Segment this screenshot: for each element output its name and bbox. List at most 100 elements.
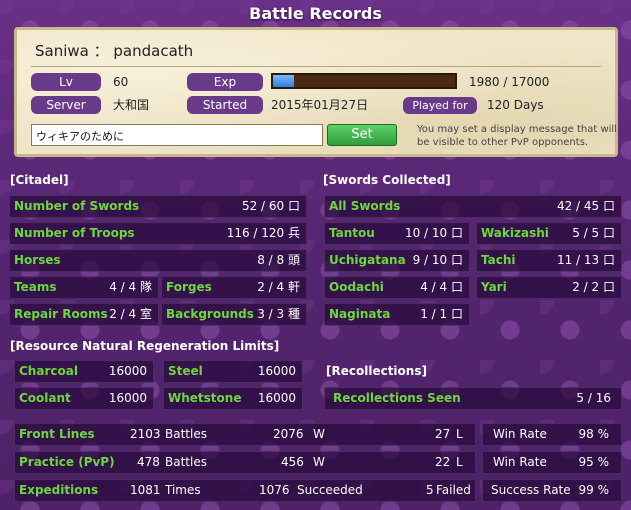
swords-tantou-cell: Tantou 10 / 10 口 bbox=[324, 222, 470, 245]
citadel-backgrounds-cell: Backgrounds 3 / 3 種 bbox=[161, 303, 307, 326]
swords-all-row: All Swords 42 / 45 口 bbox=[324, 195, 622, 218]
battle-rate-expeditions: Success Rate 99 % bbox=[482, 479, 622, 502]
lost-unit: L bbox=[456, 427, 463, 441]
exp-progress-fill bbox=[273, 75, 295, 87]
citadel-repair-cell: Repair Rooms 2 / 4 室 bbox=[9, 303, 159, 326]
won: 2076 bbox=[273, 427, 304, 441]
swords-header: [Swords Collected] bbox=[323, 173, 451, 187]
message-note: You may set a display message that will … bbox=[417, 124, 617, 148]
won-unit: Succeeded bbox=[297, 483, 363, 497]
citadel-swords-row: Number of Swords 52 / 60 口 bbox=[9, 195, 307, 218]
swords-yari-cell: Yari 2 / 2 口 bbox=[476, 276, 622, 299]
lv-value: 60 bbox=[113, 75, 129, 89]
value: 116 / 120 兵 bbox=[226, 226, 300, 240]
citadel-troops-row: Number of Troops 116 / 120 兵 bbox=[9, 222, 307, 245]
won-unit: W bbox=[313, 427, 325, 441]
label: Front Lines bbox=[19, 427, 95, 441]
citadel-header: [Citadel] bbox=[10, 173, 69, 187]
exp-value: 1980 / 17000 bbox=[469, 75, 550, 89]
rate: 95 % bbox=[578, 455, 610, 469]
value: 11 / 13 口 bbox=[556, 253, 615, 267]
value: 16000 bbox=[257, 364, 296, 378]
rate: 98 % bbox=[578, 427, 610, 441]
value: 4 / 4 口 bbox=[420, 280, 463, 294]
swords-wakizashi-cell: Wakizashi 5 / 5 口 bbox=[476, 222, 622, 245]
label: Naginata bbox=[329, 307, 391, 321]
resource-charcoal-cell: Charcoal 16000 bbox=[14, 360, 154, 383]
label: Tachi bbox=[481, 253, 516, 267]
started-value: 2015年01月27日 bbox=[271, 98, 369, 112]
label: Number of Troops bbox=[14, 226, 135, 240]
lost: 5 bbox=[426, 483, 434, 497]
battle-row-front-lines: Front Lines 2103 Battles 2076 W 27 L bbox=[14, 423, 476, 446]
swords-naginata-cell: Naginata 1 / 1 口 bbox=[324, 303, 470, 326]
profile-card: Saniwa ： pandacath Lv 60 Exp 1980 / 1700… bbox=[14, 27, 618, 157]
value: 52 / 60 口 bbox=[241, 199, 300, 213]
count: 478 bbox=[137, 455, 160, 469]
exp-progress-bar bbox=[271, 73, 457, 89]
value: 5 / 5 口 bbox=[572, 226, 615, 240]
rate-label: Win Rate bbox=[493, 455, 547, 469]
label: Repair Rooms bbox=[14, 307, 108, 321]
resource-coolant-cell: Coolant 16000 bbox=[14, 387, 154, 410]
swords-oodachi-cell: Oodachi 4 / 4 口 bbox=[324, 276, 470, 299]
label: Coolant bbox=[19, 391, 71, 405]
rate-label: Win Rate bbox=[493, 427, 547, 441]
divider bbox=[31, 66, 601, 67]
swords-tachi-cell: Tachi 11 / 13 口 bbox=[476, 249, 622, 272]
value: 2 / 4 室 bbox=[109, 307, 152, 321]
battle-rate-practice: Win Rate 95 % bbox=[482, 451, 622, 474]
value: 16000 bbox=[257, 391, 296, 405]
citadel-horses-row: Horses 8 / 8 頭 bbox=[9, 249, 307, 272]
label: Uchigatana bbox=[329, 253, 406, 267]
rate: 99 % bbox=[578, 483, 610, 497]
label: Backgrounds bbox=[166, 307, 254, 321]
set-button[interactable]: Set bbox=[327, 124, 397, 146]
lv-label: Lv bbox=[31, 73, 101, 91]
label: Forges bbox=[166, 280, 212, 294]
played-value: 120 Days bbox=[487, 98, 544, 112]
rate-label: Success Rate bbox=[491, 483, 571, 497]
count: 1081 bbox=[130, 483, 161, 497]
value: 16000 bbox=[108, 364, 147, 378]
label: Steel bbox=[168, 364, 203, 378]
battle-rate-front-lines: Win Rate 98 % bbox=[482, 423, 622, 446]
resource-steel-cell: Steel 16000 bbox=[163, 360, 303, 383]
value: 16000 bbox=[108, 391, 147, 405]
saniwa-name: Saniwa ： pandacath bbox=[35, 42, 194, 60]
label: Practice (PvP) bbox=[19, 455, 115, 469]
played-label: Played for bbox=[403, 97, 477, 114]
battle-row-expeditions: Expeditions 1081 Times 1076 Succeeded 5 … bbox=[14, 479, 476, 502]
label: Expeditions bbox=[19, 483, 99, 497]
value: 2 / 4 軒 bbox=[257, 280, 300, 294]
label: Teams bbox=[14, 280, 57, 294]
count: 2103 bbox=[130, 427, 161, 441]
citadel-forges-cell: Forges 2 / 4 軒 bbox=[161, 276, 307, 299]
label: Wakizashi bbox=[481, 226, 549, 240]
battle-row-practice: Practice (PvP) 478 Battles 456 W 22 L bbox=[14, 451, 476, 474]
value: 2 / 2 口 bbox=[572, 280, 615, 294]
display-message-input[interactable]: ウィキアのために bbox=[31, 124, 323, 146]
label: All Swords bbox=[329, 199, 401, 213]
label: Charcoal bbox=[19, 364, 78, 378]
label: Oodachi bbox=[329, 280, 384, 294]
swords-uchigatana-cell: Uchigatana 9 / 10 口 bbox=[324, 249, 470, 272]
value: 8 / 8 頭 bbox=[257, 253, 300, 267]
citadel-teams-cell: Teams 4 / 4 隊 bbox=[9, 276, 159, 299]
won: 1076 bbox=[259, 483, 290, 497]
server-label: Server bbox=[31, 96, 101, 114]
won: 456 bbox=[281, 455, 304, 469]
recollections-row: Recollections Seen 5 / 16 bbox=[324, 387, 622, 410]
value: 4 / 4 隊 bbox=[109, 280, 152, 294]
resource-whetstone-cell: Whetstone 16000 bbox=[163, 387, 303, 410]
lost: 22 bbox=[435, 455, 451, 469]
lost: 27 bbox=[435, 427, 451, 441]
value: 5 / 16 bbox=[576, 391, 611, 405]
value: 1 / 1 口 bbox=[420, 307, 463, 321]
lost-unit: Failed bbox=[436, 483, 471, 497]
server-value: 大和国 bbox=[113, 98, 150, 112]
label: Yari bbox=[481, 280, 507, 294]
value: 42 / 45 口 bbox=[556, 199, 615, 213]
count-unit: Times bbox=[165, 483, 201, 497]
won-unit: W bbox=[313, 455, 325, 469]
